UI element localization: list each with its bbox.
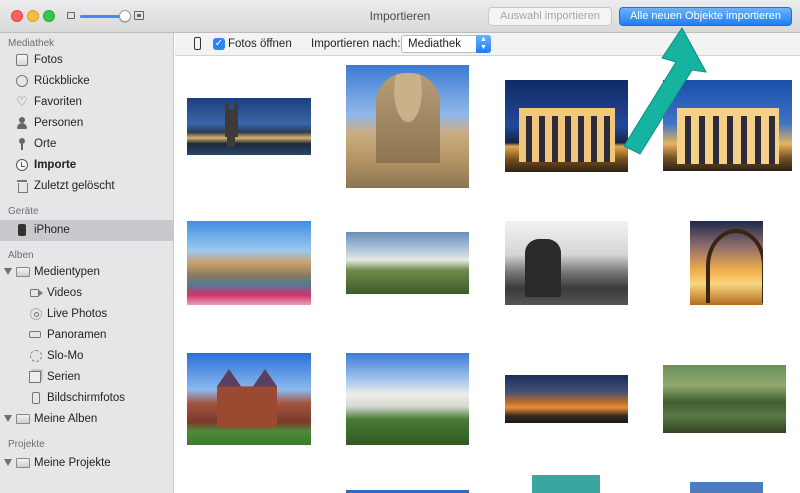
iphone-icon	[18, 224, 26, 236]
sidebar-item-live-photos[interactable]: Live Photos	[0, 304, 173, 325]
sidebar-item-label: Importe	[34, 159, 77, 171]
large-thumbnail-icon	[134, 11, 144, 20]
photo-thumbnail[interactable]	[187, 221, 311, 305]
photo-thumbnail[interactable]	[346, 65, 469, 188]
import-to-label: Importieren nach:	[311, 38, 401, 50]
sidebar-item-media-types[interactable]: Medientypen	[0, 262, 173, 283]
photo-thumbnail[interactable]	[346, 353, 469, 445]
photo-thumbnail[interactable]	[690, 221, 763, 305]
sidebar-item-iphone[interactable]: iPhone	[0, 220, 173, 241]
iphone-icon	[194, 37, 201, 50]
sidebar-item-my-albums[interactable]: Meine Alben	[0, 409, 173, 430]
disclosure-triangle-icon[interactable]	[4, 268, 12, 275]
sidebar-item-places[interactable]: Orte	[0, 134, 173, 155]
photo-thumbnail[interactable]	[505, 80, 628, 172]
sidebar-item-label: Rückblicke	[34, 75, 90, 87]
section-header-library: Mediathek	[8, 38, 55, 49]
photo-thumbnail[interactable]	[187, 353, 311, 445]
photo-thumbnail[interactable]	[505, 221, 628, 305]
screenshot-icon	[32, 392, 40, 404]
panorama-icon	[29, 331, 41, 338]
sidebar-item-videos[interactable]: Videos	[0, 283, 173, 304]
photo-thumbnail[interactable]	[690, 482, 763, 493]
burst-icon	[29, 371, 41, 383]
sidebar-item-favorites[interactable]: ♡ Favoriten	[0, 92, 173, 113]
slomo-icon	[30, 350, 42, 362]
trash-icon	[16, 180, 28, 193]
photo-thumbnail[interactable]	[663, 365, 786, 433]
import-toolbar: ✓ Fotos öffnen Importieren nach: Mediath…	[175, 33, 800, 56]
disclosure-triangle-icon[interactable]	[4, 459, 12, 466]
import-all-new-button[interactable]: Alle neuen Objekte importieren	[619, 7, 792, 26]
sidebar-item-my-projects[interactable]: Meine Projekte	[0, 453, 173, 474]
sidebar-item-slomo[interactable]: Slo-Mo	[0, 346, 173, 367]
photo-thumbnail[interactable]	[505, 375, 628, 423]
photo-thumbnail[interactable]	[532, 475, 600, 493]
open-photos-label[interactable]: Fotos öffnen	[228, 38, 292, 50]
import-icon	[16, 159, 28, 171]
section-header-projects: Projekte	[8, 439, 45, 450]
title-bar: Importieren Auswahl importieren Alle neu…	[0, 0, 800, 33]
folder-icon	[16, 267, 30, 277]
sidebar-item-panoramas[interactable]: Panoramen	[0, 325, 173, 346]
sidebar-item-memories[interactable]: Rückblicke	[0, 71, 173, 92]
sidebar-item-label: Meine Projekte	[34, 457, 111, 469]
sidebar-item-label: Meine Alben	[34, 413, 98, 425]
sidebar-item-label: Personen	[34, 117, 84, 129]
person-icon	[16, 117, 28, 129]
memories-icon	[16, 75, 28, 87]
folder-icon	[16, 458, 30, 468]
photo-thumbnail[interactable]	[663, 80, 792, 171]
import-destination-value: Mediathek	[408, 38, 462, 50]
sidebar-item-label: Videos	[47, 287, 82, 299]
zoom-window-button[interactable]	[43, 10, 55, 22]
sidebar-item-recently-deleted[interactable]: Zuletzt gelöscht	[0, 176, 173, 197]
sidebar-item-label: Panoramen	[47, 329, 107, 341]
live-photo-icon	[30, 308, 42, 320]
section-header-albums: Alben	[8, 250, 34, 261]
sidebar-item-bursts[interactable]: Serien	[0, 367, 173, 388]
sidebar-item-people[interactable]: Personen	[0, 113, 173, 134]
video-icon	[30, 289, 43, 297]
window-title: Importieren	[369, 9, 431, 23]
photo-grid	[175, 57, 800, 493]
photo-thumbnail[interactable]	[187, 98, 311, 155]
section-header-devices: Geräte	[8, 206, 39, 217]
sidebar: Mediathek Fotos Rückblicke ♡ Favoriten P…	[0, 33, 174, 493]
slider-knob[interactable]	[119, 10, 131, 22]
minimize-window-button[interactable]	[27, 10, 39, 22]
chevron-updown-icon: ▲ ▼	[476, 35, 491, 53]
small-thumbnail-icon	[67, 12, 75, 19]
photo-thumbnail[interactable]	[346, 232, 469, 294]
sidebar-item-label: Favoriten	[34, 96, 82, 108]
sidebar-item-imports[interactable]: Importe	[0, 155, 173, 176]
thumbnail-size-slider[interactable]	[80, 10, 131, 22]
sidebar-item-label: iPhone	[34, 224, 70, 236]
sidebar-item-label: Serien	[47, 371, 81, 383]
open-photos-checkbox[interactable]: ✓	[213, 38, 225, 50]
folder-icon	[16, 414, 30, 424]
sidebar-item-photos[interactable]: Fotos	[0, 50, 173, 71]
disclosure-triangle-icon[interactable]	[4, 415, 12, 422]
sidebar-item-label: Fotos	[34, 54, 63, 66]
sidebar-item-screenshots[interactable]: Bildschirmfotos	[0, 388, 173, 409]
heart-icon: ♡	[16, 94, 28, 109]
import-destination-select[interactable]: Mediathek ▲ ▼	[401, 35, 491, 53]
sidebar-item-label: Live Photos	[47, 308, 108, 320]
pin-icon	[16, 138, 28, 150]
import-selection-button[interactable]: Auswahl importieren	[488, 7, 612, 26]
close-window-button[interactable]	[11, 10, 23, 22]
sidebar-item-label: Medientypen	[34, 266, 100, 278]
photos-icon	[16, 54, 28, 66]
sidebar-item-label: Bildschirmfotos	[47, 392, 125, 404]
sidebar-item-label: Zuletzt gelöscht	[34, 180, 115, 192]
sidebar-item-label: Orte	[34, 138, 57, 150]
sidebar-item-label: Slo-Mo	[47, 350, 84, 362]
